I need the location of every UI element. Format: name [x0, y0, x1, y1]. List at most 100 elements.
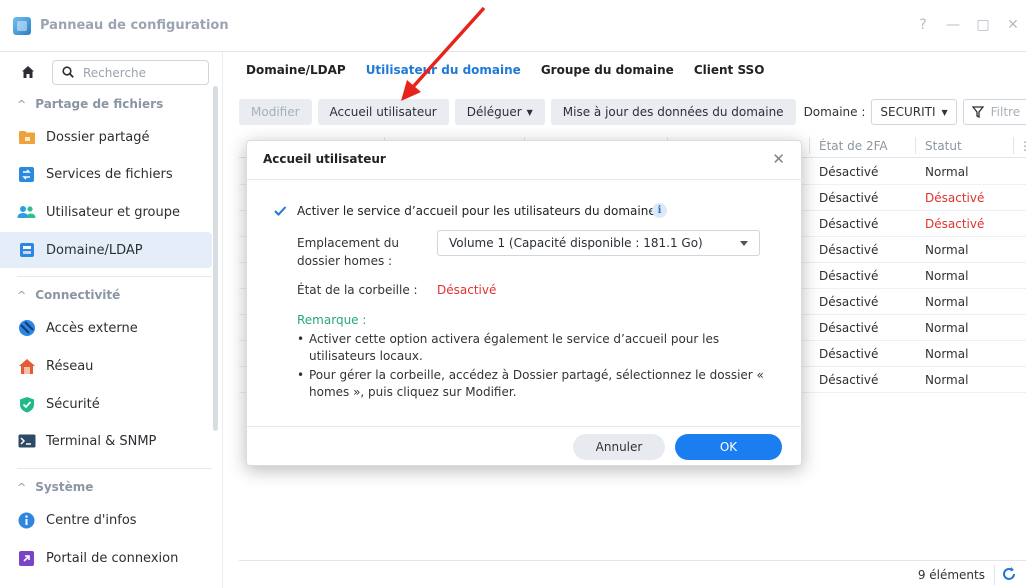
- domain-label: Domaine :: [803, 105, 866, 119]
- cell-status: Désactivé: [925, 191, 985, 205]
- info-icon[interactable]: i: [652, 203, 667, 218]
- cell-status: Normal: [925, 321, 969, 335]
- filter-placeholder: Filtre: [990, 105, 1021, 119]
- sidebar-item-security[interactable]: Sécurité: [0, 386, 212, 422]
- sidebar-item-label: Domaine/LDAP: [46, 242, 143, 258]
- enable-home-service-label[interactable]: Activer le service d’accueil pour les ut…: [297, 204, 656, 218]
- sidebar-item-shared-folder[interactable]: Dossier partagé: [0, 119, 212, 155]
- column-header-2fa[interactable]: État de 2FA: [819, 139, 888, 153]
- tab-sso-client[interactable]: Client SSO: [694, 63, 765, 77]
- sidebar-item-network[interactable]: Réseau: [0, 348, 212, 384]
- domain-select-value: SECURITI: [880, 105, 936, 119]
- tab-domain-users[interactable]: Utilisateur du domaine: [366, 63, 521, 77]
- search-box[interactable]: [52, 60, 209, 85]
- domain-icon: [17, 241, 36, 260]
- terminal-icon: [17, 432, 36, 451]
- dialog-title: Accueil utilisateur: [263, 152, 386, 166]
- sidebar-item-label: Dossier partagé: [46, 129, 150, 145]
- section-system[interactable]: ^ Système: [17, 480, 93, 494]
- close-icon[interactable]: ✕: [1006, 18, 1020, 32]
- divider: [17, 468, 212, 469]
- cell-status: Normal: [925, 347, 969, 361]
- sidebar-item-label: Accès externe: [46, 320, 138, 336]
- remark-item: Pour gérer la corbeille, accédez à Dossi…: [297, 367, 782, 401]
- search-input[interactable]: [83, 64, 203, 81]
- folder-share-icon: [17, 128, 36, 147]
- section-label: Partage de fichiers: [35, 97, 164, 111]
- chevron-up-icon: ^: [17, 480, 27, 494]
- section-label: Système: [35, 480, 94, 494]
- remark-list: Activer cette option activera également …: [297, 331, 782, 403]
- home-location-value: Volume 1 (Capacité disponible : 181.1 Go…: [449, 236, 703, 250]
- update-domain-data-button[interactable]: Mise à jour des données du domaine: [550, 99, 796, 125]
- cell-status: Normal: [925, 269, 969, 283]
- tab-domain-groups[interactable]: Groupe du domaine: [541, 63, 674, 77]
- sidebar-item-label: Services de fichiers: [46, 166, 173, 182]
- cell-2fa-status: Désactivé: [819, 165, 879, 179]
- help-icon[interactable]: ?: [916, 18, 930, 32]
- toolbar: Modifier Accueil utilisateur Déléguer ▼ …: [239, 99, 1026, 125]
- section-label: Connectivité: [35, 288, 121, 302]
- cell-status: Normal: [925, 295, 969, 309]
- chevron-up-icon: ^: [17, 97, 27, 111]
- sidebar-item-terminal[interactable]: Terminal & SNMP: [0, 423, 212, 459]
- home-location-select[interactable]: Volume 1 (Capacité disponible : 181.1 Go…: [437, 230, 760, 256]
- info-icon: [17, 511, 36, 530]
- column-menu-icon[interactable]: ⋮: [1019, 139, 1026, 153]
- sidebar-item-user-group[interactable]: Utilisateur et groupe: [0, 194, 212, 230]
- sidebar-item-label: Sécurité: [46, 396, 100, 412]
- window-title: Panneau de configuration: [40, 18, 229, 33]
- minimize-icon[interactable]: —: [946, 18, 960, 32]
- control-panel-icon: [13, 17, 31, 35]
- table-footer: 9 éléments: [239, 560, 1026, 588]
- item-count: 9 éléments: [917, 568, 985, 582]
- column-divider: [915, 137, 916, 154]
- window-title-bar: Panneau de configuration ? — □ ✕: [0, 0, 1026, 52]
- sidebar: ^ Partage de fichiers Dossier partagé Se…: [0, 52, 222, 588]
- section-file-sharing[interactable]: ^ Partage de fichiers: [17, 97, 163, 111]
- sidebar-scrollbar[interactable]: [213, 86, 218, 431]
- close-icon[interactable]: ✕: [772, 150, 785, 168]
- modify-button[interactable]: Modifier: [239, 99, 312, 125]
- sidebar-item-label: Réseau: [46, 358, 94, 374]
- chevron-down-icon: ▼: [526, 107, 533, 117]
- maximize-icon[interactable]: □: [976, 18, 990, 32]
- filter-icon: [971, 106, 984, 118]
- enable-home-service-checkbox[interactable]: [273, 204, 287, 218]
- sidebar-item-external-access[interactable]: Accès externe: [0, 310, 212, 346]
- recycle-bin-status: Désactivé: [437, 283, 497, 297]
- user-home-dialog: Accueil utilisateur ✕ Activer le service…: [246, 140, 803, 466]
- cell-2fa-status: Désactivé: [819, 373, 879, 387]
- filter-input[interactable]: Filtre: [962, 99, 1026, 125]
- network-icon: [17, 357, 36, 376]
- sidebar-item-info-center[interactable]: Centre d'infos: [0, 502, 212, 538]
- divider: [17, 276, 212, 277]
- sidebar-item-domain-ldap[interactable]: Domaine/LDAP: [0, 232, 212, 268]
- sidebar-item-login-portal[interactable]: Portail de connexion: [0, 540, 212, 576]
- column-header-status[interactable]: Statut: [925, 139, 962, 153]
- tab-domain-ldap[interactable]: Domaine/LDAP: [246, 63, 346, 77]
- sidebar-item-label: Centre d'infos: [46, 512, 137, 528]
- tab-bar: Domaine/LDAP Utilisateur du domaine Grou…: [246, 63, 764, 77]
- divider: [994, 565, 995, 585]
- cell-status: Normal: [925, 165, 969, 179]
- cell-2fa-status: Désactivé: [819, 217, 879, 231]
- home-button[interactable]: [17, 61, 39, 83]
- section-connectivity[interactable]: ^ Connectivité: [17, 288, 120, 302]
- refresh-icon[interactable]: [1001, 566, 1017, 582]
- divider: [247, 426, 803, 427]
- sidebar-item-file-services[interactable]: Services de fichiers: [0, 156, 212, 192]
- search-icon: [62, 66, 74, 78]
- window-controls: ? — □ ✕: [916, 18, 1020, 32]
- ok-button[interactable]: OK: [675, 434, 782, 460]
- user-home-button[interactable]: Accueil utilisateur: [317, 99, 449, 125]
- column-divider: [1013, 137, 1014, 154]
- home-icon: [22, 66, 34, 78]
- cell-status: Normal: [925, 373, 969, 387]
- cancel-button[interactable]: Annuler: [573, 434, 665, 460]
- divider: [247, 179, 803, 180]
- domain-select[interactable]: SECURITI ▼: [871, 99, 957, 125]
- delegate-button[interactable]: Déléguer ▼: [454, 99, 545, 125]
- sidebar-item-label: Portail de connexion: [46, 550, 179, 566]
- remark-item: Activer cette option activera également …: [297, 331, 782, 365]
